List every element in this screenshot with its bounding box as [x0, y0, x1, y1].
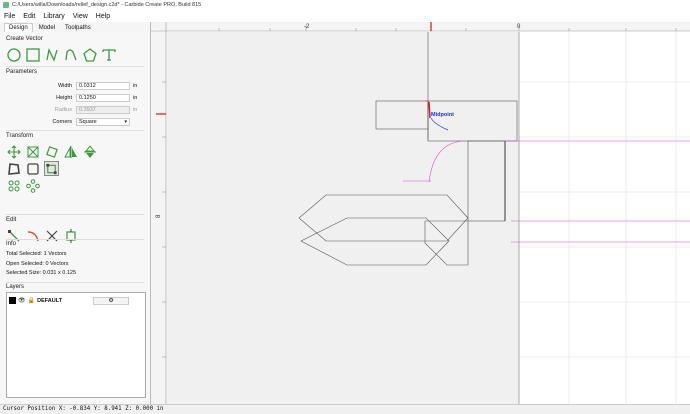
panel-tabs: Design Model Toolpaths: [0, 22, 150, 32]
circle-tool-icon[interactable]: [6, 47, 21, 62]
menu-edit[interactable]: Edit: [23, 13, 35, 20]
menu-library[interactable]: Library: [43, 13, 64, 20]
radius-label: Radius: [54, 107, 72, 113]
layer-name: DEFAULT: [37, 297, 63, 304]
corners-row: Corners Square ▾: [6, 117, 146, 127]
edit-title: Edit: [6, 217, 17, 223]
stock-area: [167, 32, 519, 404]
node-edit-tool-icon[interactable]: [44, 161, 59, 176]
info-title: Info: [6, 241, 17, 247]
layers-title: Layers: [6, 284, 25, 290]
height-row: Height 0.1250 in: [6, 93, 146, 103]
open-selected: Open Selected: 0 Vectors: [6, 260, 69, 267]
flip-tool-icon[interactable]: [82, 144, 97, 159]
offset-tool-icon[interactable]: [6, 161, 21, 176]
scale-tool-icon[interactable]: [25, 144, 40, 159]
radius-unit: in: [133, 107, 138, 113]
total-selected: Total Selected: 1 Vectors: [6, 251, 67, 257]
transform-title: Transform: [6, 133, 34, 139]
canvas-drawing[interactable]: -2 0 8: [151, 22, 690, 404]
info-section: Info Total Selected: 1 Vectors Open Sele…: [6, 241, 146, 280]
polygon-tool-icon[interactable]: [82, 47, 97, 62]
layers-list: 👁 🔒 DEFAULT ⚙: [6, 292, 146, 398]
radius-row: Radius 0.3937 in: [6, 105, 146, 115]
divider: [6, 66, 144, 67]
parameters-title: Parameters: [6, 69, 38, 75]
menu-help[interactable]: Help: [96, 13, 110, 20]
midpoint-snap-label: Midpoint: [431, 112, 454, 118]
selected-size: Selected Size: 0.031 x 0.125: [6, 270, 77, 276]
status-bar: Cursor Position X: -0.834 Y: 8.941 Z: 0.…: [0, 404, 690, 414]
width-field[interactable]: 0.0312: [76, 82, 130, 90]
height-unit: in: [133, 95, 138, 101]
left-panel: Design Model Toolpaths Create Vector Par…: [0, 22, 151, 404]
layer-color-swatch[interactable]: [9, 297, 16, 304]
radius-field: 0.3937: [76, 106, 130, 114]
tab-design[interactable]: Design: [4, 23, 33, 32]
divider: [6, 239, 144, 240]
eye-icon[interactable]: 👁: [18, 297, 26, 304]
app-logo-icon: [3, 2, 9, 8]
design-canvas[interactable]: -2 0 8 Midpoint: [151, 22, 690, 404]
layer-settings-button[interactable]: ⚙: [93, 296, 130, 305]
layer-row[interactable]: 👁 🔒 DEFAULT ⚙: [9, 296, 143, 305]
text-tool-icon[interactable]: [101, 47, 116, 62]
divider: [6, 130, 144, 131]
parameters-section: Parameters Width 0.0312 in Height 0.1250…: [6, 69, 146, 129]
transform-section: Transform: [6, 133, 146, 193]
divider: [6, 282, 144, 283]
menu-file[interactable]: File: [4, 13, 15, 20]
menu-view[interactable]: View: [73, 13, 88, 20]
window-titlebar: C:/Users/willa/Downloads/relief_design.c…: [0, 0, 690, 10]
cursor-position: Cursor Position X: -0.834 Y: 8.941 Z: 0.…: [3, 406, 164, 412]
curve-tool-icon[interactable]: [44, 47, 59, 62]
create-vector-title: Create Vector: [6, 36, 43, 42]
width-label: Width: [57, 83, 72, 89]
divider: [6, 214, 144, 215]
rectangle-tool-icon[interactable]: [25, 47, 40, 62]
width-unit: in: [133, 83, 138, 89]
move-tool-icon[interactable]: [6, 144, 21, 159]
tab-toolpaths[interactable]: Toolpaths: [61, 24, 95, 32]
design-panel: Create Vector Parameters Width 0.0312 in…: [0, 32, 150, 404]
corners-label: Corners: [52, 119, 72, 125]
corners-select[interactable]: Square ▾: [76, 118, 130, 126]
layers-section: Layers: [6, 284, 146, 292]
rotate-tool-icon[interactable]: [44, 144, 59, 159]
height-field[interactable]: 0.1250: [76, 94, 130, 102]
create-vector-section: Create Vector: [6, 36, 146, 62]
ruler-left[interactable]: [151, 22, 166, 404]
menu-bar: File Edit Library View Help: [0, 10, 690, 22]
chevron-down-icon: ▾: [124, 119, 127, 125]
window-title: C:/Users/willa/Downloads/relief_design.c…: [12, 2, 202, 8]
ruler-top[interactable]: [151, 22, 690, 31]
height-label: Height: [56, 95, 72, 101]
selected-vector[interactable]: [428, 101, 431, 119]
lock-icon[interactable]: 🔒: [28, 297, 35, 304]
array-circular-tool-icon[interactable]: [25, 178, 40, 193]
corners-value: Square: [79, 119, 97, 125]
width-row: Width 0.0312 in: [6, 81, 146, 91]
ruler-x-label-neg2: -2: [304, 24, 310, 30]
gear-icon: ⚙: [108, 297, 114, 304]
array-grid-tool-icon[interactable]: [6, 178, 21, 193]
polyline-tool-icon[interactable]: [63, 47, 78, 62]
align-tool-icon[interactable]: [25, 161, 40, 176]
tab-model[interactable]: Model: [35, 24, 59, 32]
mirror-tool-icon[interactable]: [63, 144, 78, 159]
